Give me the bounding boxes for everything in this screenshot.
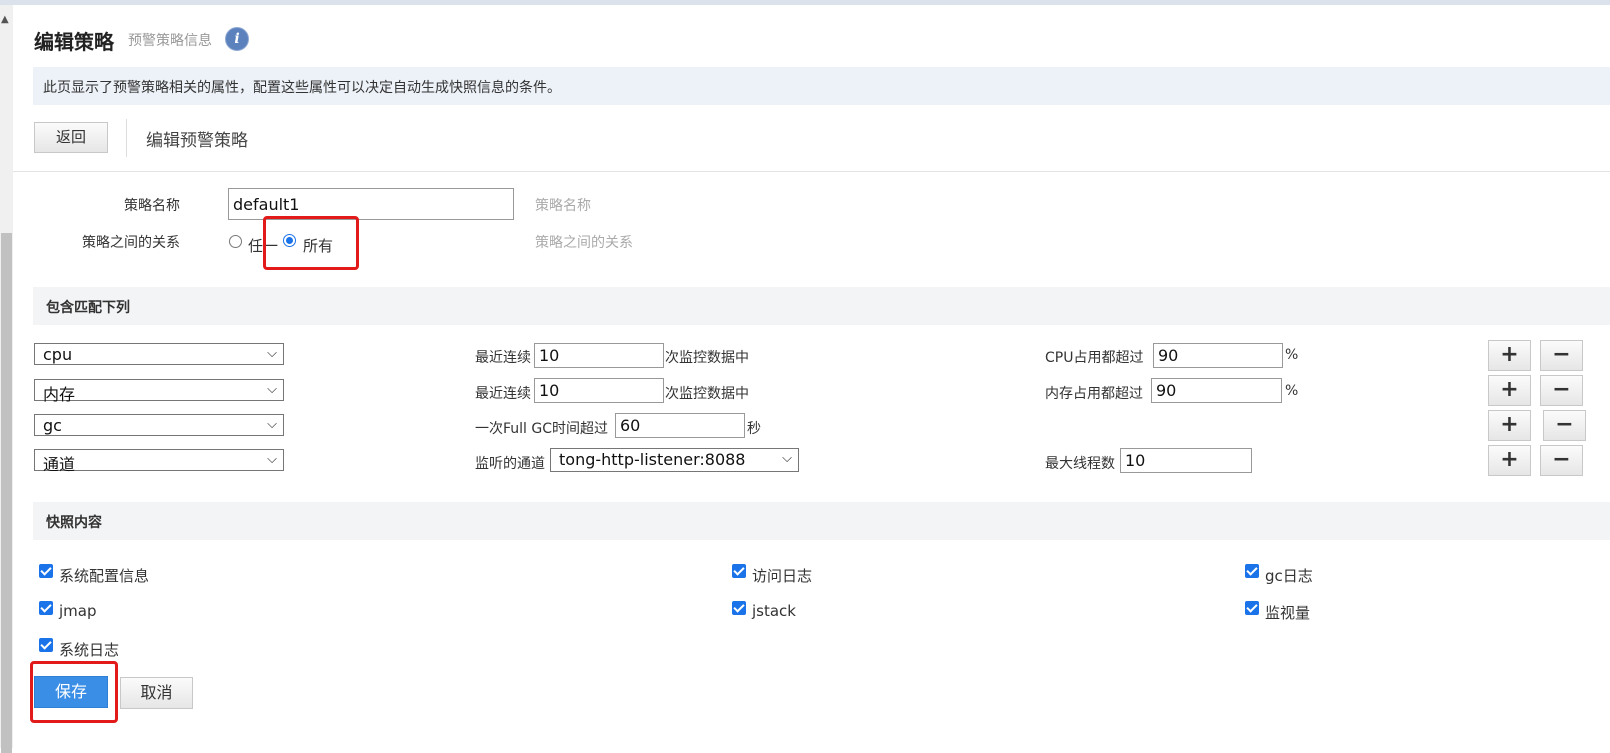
rule-threshold-input[interactable] — [1120, 448, 1252, 473]
rule-channel-label: 监听的通道 — [475, 456, 545, 472]
back-button[interactable]: 返回 — [34, 122, 108, 153]
rule-cond-suffix: 次监控数据中 — [665, 350, 749, 366]
checkbox-label: 系统配置信息 — [59, 567, 150, 585]
radio-all[interactable] — [283, 234, 296, 247]
rule-type-value: 内存 — [43, 385, 76, 404]
checkbox-label: jmap — [59, 602, 97, 620]
relation-hint: 策略之间的关系 — [535, 235, 633, 251]
checkbox-label: 访问日志 — [752, 567, 813, 585]
chevron-down-icon: ⌵ — [267, 417, 277, 432]
toolbar-divider — [126, 119, 127, 157]
add-rule-button[interactable]: + — [1488, 375, 1531, 406]
scrollbar[interactable]: ▲ — [0, 5, 13, 753]
checkbox-jmap[interactable] — [39, 601, 53, 615]
top-border — [0, 0, 1610, 5]
chevron-down-icon: ⌵ — [267, 382, 277, 397]
chevron-down-icon: ⌵ — [782, 451, 792, 466]
rule-threshold-label: 内存占用都超过 — [1045, 386, 1143, 402]
radio-any-label: 任一 — [248, 237, 279, 255]
rule-cond-prefix: 最近连续 — [475, 350, 531, 366]
remove-rule-button[interactable]: − — [1540, 445, 1583, 476]
snapshot-section-title: 快照内容 — [46, 515, 102, 531]
name-input[interactable] — [228, 188, 514, 220]
rule-type-value: gc — [43, 416, 62, 435]
checkbox-label: 监视量 — [1265, 604, 1311, 622]
info-icon[interactable]: i — [225, 27, 249, 51]
rule-threshold-label: CPU占用都超过 — [1045, 350, 1144, 366]
toolbar-separator — [13, 171, 1610, 172]
add-rule-button[interactable]: + — [1488, 445, 1531, 476]
rule-threshold-input[interactable] — [1153, 343, 1283, 368]
rule-threshold-input[interactable] — [1151, 378, 1282, 403]
channel-value: tong-http-listener:8088 — [559, 450, 746, 469]
rule-cond-input[interactable] — [534, 343, 664, 368]
add-rule-button[interactable]: + — [1488, 340, 1531, 371]
add-rule-button[interactable]: + — [1488, 410, 1531, 441]
page-subtitle: 预警策略信息 — [128, 33, 212, 49]
rule-threshold-unit: % — [1285, 383, 1299, 399]
checkbox-monitor[interactable] — [1245, 601, 1259, 615]
rule-cond-input[interactable] — [615, 413, 745, 438]
checkbox-system-config[interactable] — [39, 564, 53, 578]
save-button[interactable]: 保存 — [34, 676, 108, 708]
channel-select[interactable]: tong-http-listener:8088 ⌵ — [550, 448, 799, 472]
rule-type-value: 通道 — [43, 455, 76, 474]
relation-label: 策略之间的关系 — [82, 235, 180, 251]
rule-cond-suffix: 秒 — [747, 421, 761, 437]
checkbox-jstack[interactable] — [732, 601, 746, 615]
chevron-down-icon: ⌵ — [267, 452, 277, 467]
rule-type-select[interactable]: cpu ⌵ — [34, 343, 284, 365]
rule-type-value: cpu — [43, 345, 73, 364]
checkbox-gc-log[interactable] — [1245, 564, 1259, 578]
toolbar-title: 编辑预警策略 — [146, 131, 248, 151]
remove-rule-button[interactable]: − — [1540, 375, 1583, 406]
checkbox-label: jstack — [752, 602, 796, 620]
match-section-title: 包含匹配下列 — [46, 300, 130, 316]
checkbox-label: 系统日志 — [59, 641, 120, 659]
scroll-up-arrow-icon[interactable]: ▲ — [1, 15, 9, 25]
remove-rule-button[interactable]: − — [1543, 410, 1586, 441]
cancel-button[interactable]: 取消 — [120, 677, 193, 709]
rule-threshold-unit: % — [1285, 347, 1299, 363]
checkbox-label: gc日志 — [1265, 567, 1313, 585]
match-section-header: 包含匹配下列 — [33, 287, 1610, 325]
rule-type-select[interactable]: 内存 ⌵ — [34, 379, 284, 404]
description-bar: 此页显示了预警策略相关的属性，配置这些属性可以决定自动生成快照信息的条件。 — [33, 67, 1610, 105]
description-text: 此页显示了预警策略相关的属性，配置这些属性可以决定自动生成快照信息的条件。 — [43, 80, 561, 96]
name-hint: 策略名称 — [535, 198, 591, 214]
rule-cond-prefix: 一次Full GC时间超过 — [475, 421, 609, 437]
page-title: 编辑策略 — [34, 30, 114, 54]
rule-cond-input[interactable] — [534, 378, 664, 403]
rule-type-select[interactable]: 通道 ⌵ — [34, 449, 284, 474]
radio-any[interactable] — [229, 235, 242, 248]
scroll-thumb[interactable] — [1, 233, 12, 753]
snapshot-section-header: 快照内容 — [33, 502, 1610, 540]
remove-rule-button[interactable]: − — [1540, 340, 1583, 371]
rule-cond-prefix: 最近连续 — [475, 386, 531, 402]
rule-cond-suffix: 次监控数据中 — [665, 386, 749, 402]
chevron-down-icon: ⌵ — [267, 346, 277, 361]
rule-type-select[interactable]: gc ⌵ — [34, 414, 284, 436]
checkbox-system-log[interactable] — [39, 638, 53, 652]
checkbox-access-log[interactable] — [732, 564, 746, 578]
radio-all-label: 所有 — [303, 237, 334, 255]
rule-threshold-label: 最大线程数 — [1045, 456, 1115, 472]
name-label: 策略名称 — [124, 198, 180, 214]
